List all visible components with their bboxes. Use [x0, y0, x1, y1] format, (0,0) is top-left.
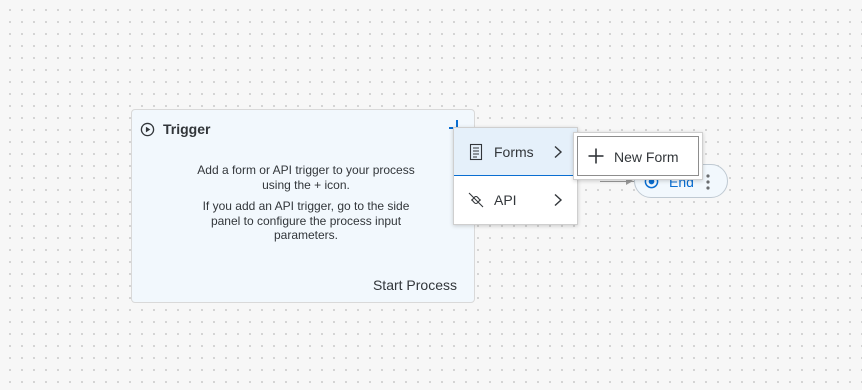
api-icon: [468, 192, 484, 208]
chevron-right-icon: [554, 145, 563, 159]
trigger-description: Add a form or API trigger to your proces…: [192, 163, 420, 250]
form-icon: [469, 143, 483, 161]
start-process-label: Start Process: [372, 277, 457, 293]
trigger-title: Trigger: [163, 121, 211, 137]
trigger-description-line-1: Add a form or API trigger to your proces…: [197, 163, 415, 192]
add-trigger-menu: Forms API: [453, 127, 578, 225]
play-circle-icon: [140, 122, 155, 136]
more-vertical-icon[interactable]: [705, 173, 711, 191]
chevron-right-icon: [554, 193, 563, 207]
menu-item-forms[interactable]: Forms: [454, 128, 577, 176]
trigger-header: Trigger: [140, 120, 210, 138]
forms-submenu: New Form: [573, 132, 703, 180]
plus-icon: [588, 148, 604, 164]
menu-item-label: Forms: [494, 144, 534, 160]
trigger-card[interactable]: Trigger Add a form or API trigger to you…: [131, 109, 475, 303]
new-form-label: New Form: [614, 149, 679, 165]
trigger-description-line-2: If you add an API trigger, go to the sid…: [202, 199, 410, 242]
menu-item-api[interactable]: API: [454, 176, 577, 224]
menu-item-label: API: [494, 192, 517, 208]
new-form-menu-item[interactable]: New Form: [577, 136, 699, 176]
